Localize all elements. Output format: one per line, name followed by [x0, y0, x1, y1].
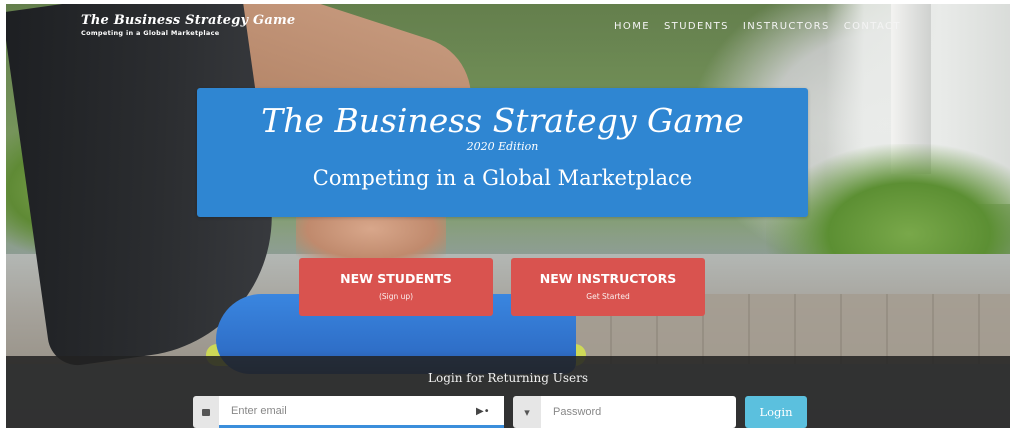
email-field[interactable]: [219, 396, 504, 428]
hero-background: The Business Strategy Game Competing in …: [6, 4, 1010, 428]
login-heading: Login for Returning Users: [428, 371, 588, 385]
brand-subtitle: Competing in a Global Marketplace: [81, 29, 220, 37]
new-instructors-sublabel: Get Started: [586, 292, 630, 301]
nav-contact[interactable]: CONTACT: [844, 21, 901, 32]
tagline: Competing in a Global Marketplace: [312, 166, 693, 190]
login-panel: Login for Returning Users ▶• ▾ Login: [6, 356, 1010, 428]
login-button[interactable]: Login: [745, 396, 807, 428]
password-addon: ▾: [513, 396, 541, 428]
brand-title[interactable]: The Business Strategy Game: [81, 13, 295, 28]
password-field[interactable]: [541, 396, 736, 428]
main-nav: HOME STUDENTS INSTRUCTORS CONTACT: [614, 21, 901, 32]
page-title: The Business Strategy Game: [261, 101, 744, 140]
key-icon: ▾: [524, 405, 530, 419]
new-instructors-button[interactable]: NEW INSTRUCTORS Get Started: [511, 258, 705, 316]
nav-instructors[interactable]: INSTRUCTORS: [743, 21, 830, 32]
edition-label: 2020 Edition: [466, 140, 539, 153]
new-students-label: NEW STUDENTS: [340, 271, 452, 286]
title-box: The Business Strategy Game 2020 Edition …: [197, 88, 808, 217]
nav-students[interactable]: STUDENTS: [664, 21, 729, 32]
nav-home[interactable]: HOME: [614, 21, 650, 32]
new-students-sublabel: (Sign up): [378, 292, 414, 301]
brand[interactable]: The Business Strategy Game Competing in …: [81, 13, 295, 37]
email-addon: [193, 396, 219, 428]
new-instructors-label: NEW INSTRUCTORS: [539, 271, 677, 286]
envelope-icon: [202, 408, 210, 416]
password-manager-icon[interactable]: ▶•: [476, 406, 490, 417]
new-students-button[interactable]: NEW STUDENTS (Sign up): [299, 258, 493, 316]
